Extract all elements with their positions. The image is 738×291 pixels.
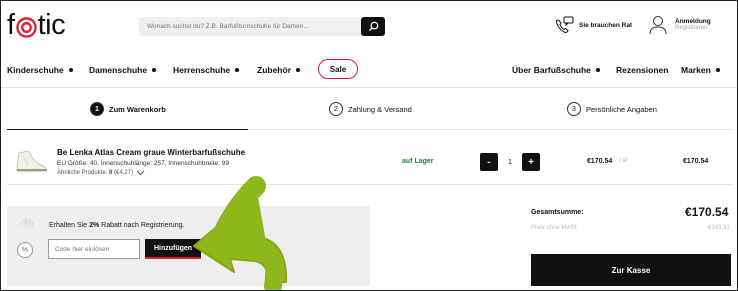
nav-item-kinderschuhe[interactable]: Kinderschuhe	[7, 65, 73, 75]
net-price-value: €143.31	[708, 225, 730, 231]
user-icon	[649, 16, 667, 35]
product-name[interactable]: Be Lenka Atlas Cream graue Winterbarfußs…	[57, 148, 245, 157]
help-link[interactable]: Sie brauchen Rat	[554, 16, 632, 34]
logo-letter-f: f	[7, 8, 15, 41]
nav-item-herrenschuhe[interactable]: Herrenschuhe	[173, 65, 240, 75]
total-label: Gesamtsumme:	[531, 209, 584, 216]
search-bar	[139, 17, 385, 36]
search-button[interactable]	[361, 17, 385, 36]
promo-text-after: Rabatt nach Registrierung.	[99, 222, 185, 229]
help-label: Sie brauchen Rat	[579, 21, 633, 29]
account-subtitle: Registrieren	[675, 25, 708, 32]
nav-item-zubehoer[interactable]: Zubehör	[257, 65, 300, 75]
search-icon	[368, 21, 378, 32]
page: f tic Sie brauchen Rat An	[0, 0, 738, 291]
step-number: 3	[567, 102, 581, 116]
similar-products-toggle[interactable]: Ähnliche Produkte: 8 (€4.27)	[57, 170, 145, 176]
similar-price: (€4.27)	[114, 170, 134, 176]
promo-code-input[interactable]	[48, 239, 140, 259]
step-label: Zum Warenkorb	[109, 104, 166, 114]
nav-item-sale[interactable]: Sale	[318, 59, 358, 79]
discount-decor-text: -%	[19, 216, 34, 230]
main-nav: Kinderschuhe Damenschuhe Herrenschuhe Zu…	[1, 59, 737, 85]
logo[interactable]: f tic	[7, 8, 66, 41]
chevron-down-icon	[136, 170, 145, 176]
line-total: €170.54	[683, 158, 709, 165]
step-label: Persönliche Angaben	[586, 104, 657, 114]
step-number: 2	[329, 102, 343, 116]
net-price-label: Preis ohne MwSt:	[531, 225, 579, 231]
nav-item-marken[interactable]: Marken	[681, 65, 720, 75]
quantity-increase-button[interactable]: +	[522, 153, 540, 171]
product-attributes: EU Größe: 40, Innenschuhlänge: 257, Inne…	[57, 160, 230, 167]
dropdown-dot-icon	[296, 68, 300, 72]
search-input[interactable]	[139, 23, 361, 30]
checkout-button[interactable]: Zur Kasse	[531, 254, 731, 286]
dropdown-dot-icon	[595, 68, 600, 72]
checkout-step-payment[interactable]: 2 Zahlung & Versand	[329, 102, 412, 116]
dropdown-dot-icon	[152, 68, 157, 72]
dropdown-dot-icon	[715, 68, 720, 72]
unit-per: / st	[619, 158, 628, 164]
chat-phone-icon	[556, 16, 574, 33]
divider	[7, 184, 733, 185]
percent-icon: %	[17, 242, 33, 258]
account-link[interactable]: Anmeldung Registrieren	[649, 15, 711, 35]
nav-label: Über Barfußschuhe	[512, 65, 591, 75]
nav-label: Kinderschuhe	[7, 65, 64, 75]
similar-label: Ähnliche Produkte:	[57, 170, 108, 176]
quantity-decrease-button[interactable]: -	[480, 153, 498, 171]
logo-target-icon	[15, 17, 37, 38]
unit-price: €170.54	[587, 158, 613, 165]
nav-label: Zubehör	[257, 65, 291, 75]
checkout-step-cart[interactable]: 1 Zum Warenkorb	[90, 102, 166, 116]
step-label: Zahlung & Versand	[348, 104, 412, 114]
stock-status: auf Lager	[402, 158, 434, 165]
nav-label: Herrenschuhe	[173, 65, 231, 75]
step-number: 1	[90, 102, 104, 116]
account-title: Anmeldung	[675, 17, 711, 25]
dropdown-dot-icon	[68, 68, 73, 72]
nav-item-rezensionen[interactable]: Rezensionen	[616, 65, 668, 75]
divider	[1, 87, 737, 88]
nav-label: Marken	[681, 65, 711, 75]
promo-text: Erhalten Sie 2% Rabatt nach Registrierun…	[49, 222, 184, 229]
nav-label: Damenschuhe	[89, 65, 148, 75]
dropdown-dot-icon	[235, 68, 240, 72]
active-step-underline	[7, 129, 248, 130]
promo-apply-button[interactable]: Hinzufügen	[145, 239, 201, 259]
promo-text-bold: 2%	[89, 222, 100, 229]
quantity-value[interactable]: 1	[500, 153, 520, 171]
nav-label: Rezensionen	[616, 65, 669, 75]
total-value: €170.54	[685, 205, 729, 219]
checkout-step-personal[interactable]: 3 Persönliche Angaben	[567, 102, 657, 116]
logo-letters-tic: tic	[37, 8, 66, 41]
nav-item-damenschuhe[interactable]: Damenschuhe	[89, 65, 157, 75]
product-image[interactable]	[14, 147, 48, 175]
promo-text-before: Erhalten Sie	[49, 222, 90, 229]
similar-count: 8	[109, 170, 113, 176]
nav-item-ueber-barfussschuhe[interactable]: Über Barfußschuhe	[512, 65, 600, 75]
